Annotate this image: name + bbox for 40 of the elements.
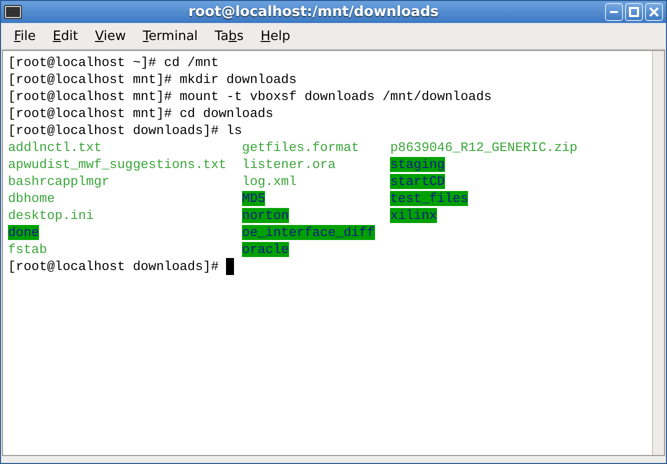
terminal-line: [root@localhost mnt]# mkdir downloads — [8, 71, 297, 88]
file-name: bashrcapplmgr — [8, 174, 110, 189]
file-name: fstab — [8, 242, 48, 257]
directory-name: oe_interface_diff — [242, 225, 375, 240]
file-name: dbhome — [8, 191, 55, 206]
directory-name: xilinx — [390, 208, 438, 223]
scrollbar[interactable] — [652, 51, 664, 455]
window-title: root@localhost:/mnt/downloads — [187, 4, 440, 20]
terminal-icon — [4, 5, 22, 19]
menu-item[interactable]: View — [86, 26, 134, 46]
file-name: p8639046_R12_GENERIC.zip — [390, 140, 578, 155]
terminal-line: [root@localhost ~]# cd /mnt — [8, 54, 219, 71]
terminal-line: [root@localhost downloads]# — [8, 258, 219, 275]
file-name: apwudist_mwf_suggestions.txt — [8, 157, 226, 172]
directory-name: oracle — [242, 242, 289, 257]
maximize-button[interactable] — [625, 3, 643, 21]
maximize-icon — [629, 7, 639, 17]
menu-item[interactable]: Tabs — [206, 26, 252, 46]
terminal-line: [root@localhost downloads]# ls — [8, 122, 242, 139]
directory-name: startCD — [390, 174, 445, 189]
file-name: listener.ora — [242, 157, 336, 172]
minimize-icon — [610, 11, 618, 13]
close-button[interactable] — [645, 3, 663, 21]
menu-item[interactable]: File — [5, 26, 44, 46]
directory-name: done — [8, 225, 40, 240]
minimize-button[interactable] — [605, 3, 623, 21]
directory-name: MD5 — [242, 191, 266, 206]
menu-item[interactable]: Terminal — [134, 26, 206, 46]
file-name: desktop.ini — [8, 208, 94, 223]
terminal-line: [root@localhost mnt]# mount -t vboxsf downloads /mnt/downloads — [8, 88, 492, 105]
terminal-line: [root@localhost mnt]# cd downloads — [8, 105, 274, 122]
directory-name: test_files — [390, 191, 468, 206]
close-icon — [649, 7, 659, 17]
file-name: getfiles.format — [242, 140, 360, 155]
directory-name: staging — [390, 157, 445, 172]
directory-name: norton — [242, 208, 289, 223]
file-name: addlnctl.txt — [8, 140, 102, 155]
file-name: log.xml — [242, 174, 297, 189]
menu-item[interactable]: Help — [252, 26, 298, 46]
menu-item[interactable]: Edit — [44, 26, 86, 46]
